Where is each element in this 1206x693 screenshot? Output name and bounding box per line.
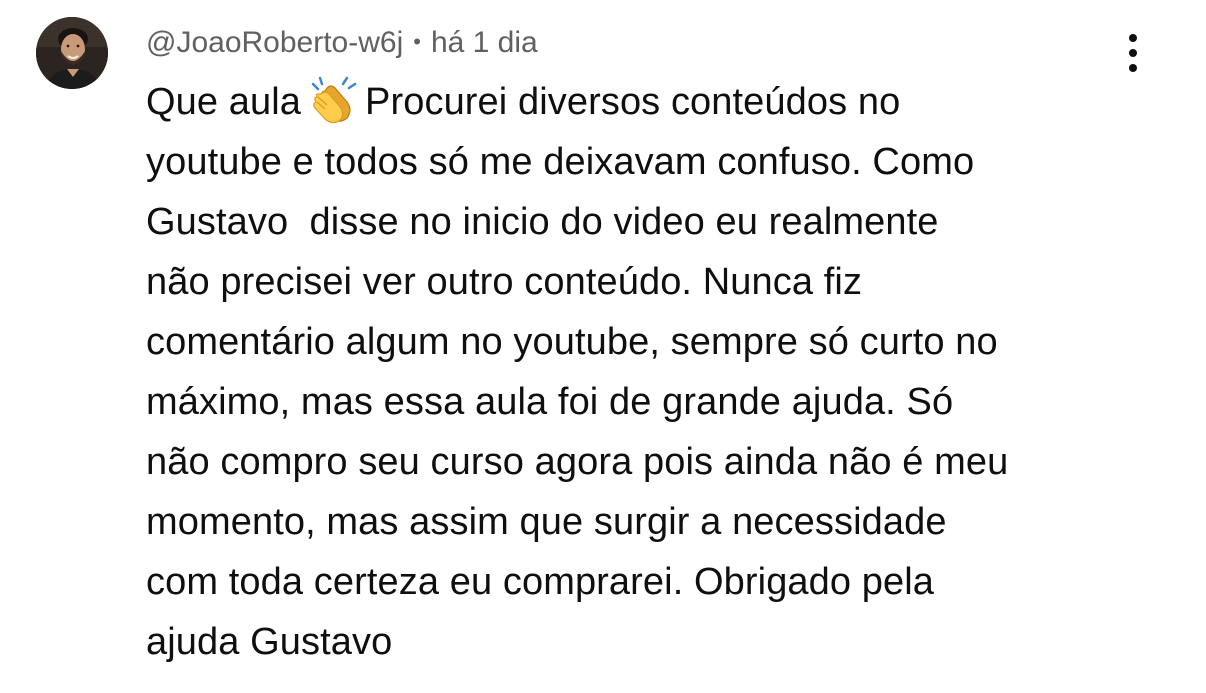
comment-meta: @JoaoRoberto-w6j • há 1 dia	[146, 22, 538, 62]
comment-text-start: Que aula	[146, 81, 302, 123]
comment-line: Gustavo disse no inicio do video eu real…	[146, 201, 939, 243]
avatar-image	[36, 17, 108, 89]
clapping-hands-icon	[311, 76, 357, 124]
comment-line: com toda certeza eu comprarei. Obrigado …	[146, 561, 935, 603]
avatar[interactable]	[36, 17, 108, 89]
more-vert-icon[interactable]	[1114, 30, 1154, 76]
meta-separator: •	[413, 29, 421, 54]
comment-line: ajuda Gustavo	[146, 621, 393, 663]
comment-line: não precisei ver outro conteúdo. Nunca f…	[146, 261, 863, 303]
comment-line-1: Que aula Procurei diversos conteúdos no	[146, 72, 1146, 132]
comment-card: @JoaoRoberto-w6j • há 1 dia Que aula Procu…	[0, 0, 1206, 693]
menu-dot	[1129, 34, 1137, 42]
comment-timestamp[interactable]: há 1 dia	[431, 26, 538, 59]
comment-text-after-emoji: Procurei diversos conteúdos no	[365, 81, 901, 123]
comment-line: comentário algum no youtube, sempre só c…	[146, 321, 998, 363]
comment-line: youtube e todos só me deixavam confuso. …	[146, 141, 975, 183]
comment-line: momento, mas assim que surgir a necessid…	[146, 501, 947, 543]
comment-line: máximo, mas essa aula foi de grande ajud…	[146, 381, 954, 423]
menu-dot	[1129, 64, 1137, 72]
comment-text: Que aula Procurei diversos conteúdos no …	[146, 72, 1146, 672]
author-handle[interactable]: @JoaoRoberto-w6j	[146, 26, 403, 59]
comment-line: não compro seu curso agora pois ainda nã…	[146, 441, 1009, 483]
menu-dot	[1129, 49, 1137, 57]
